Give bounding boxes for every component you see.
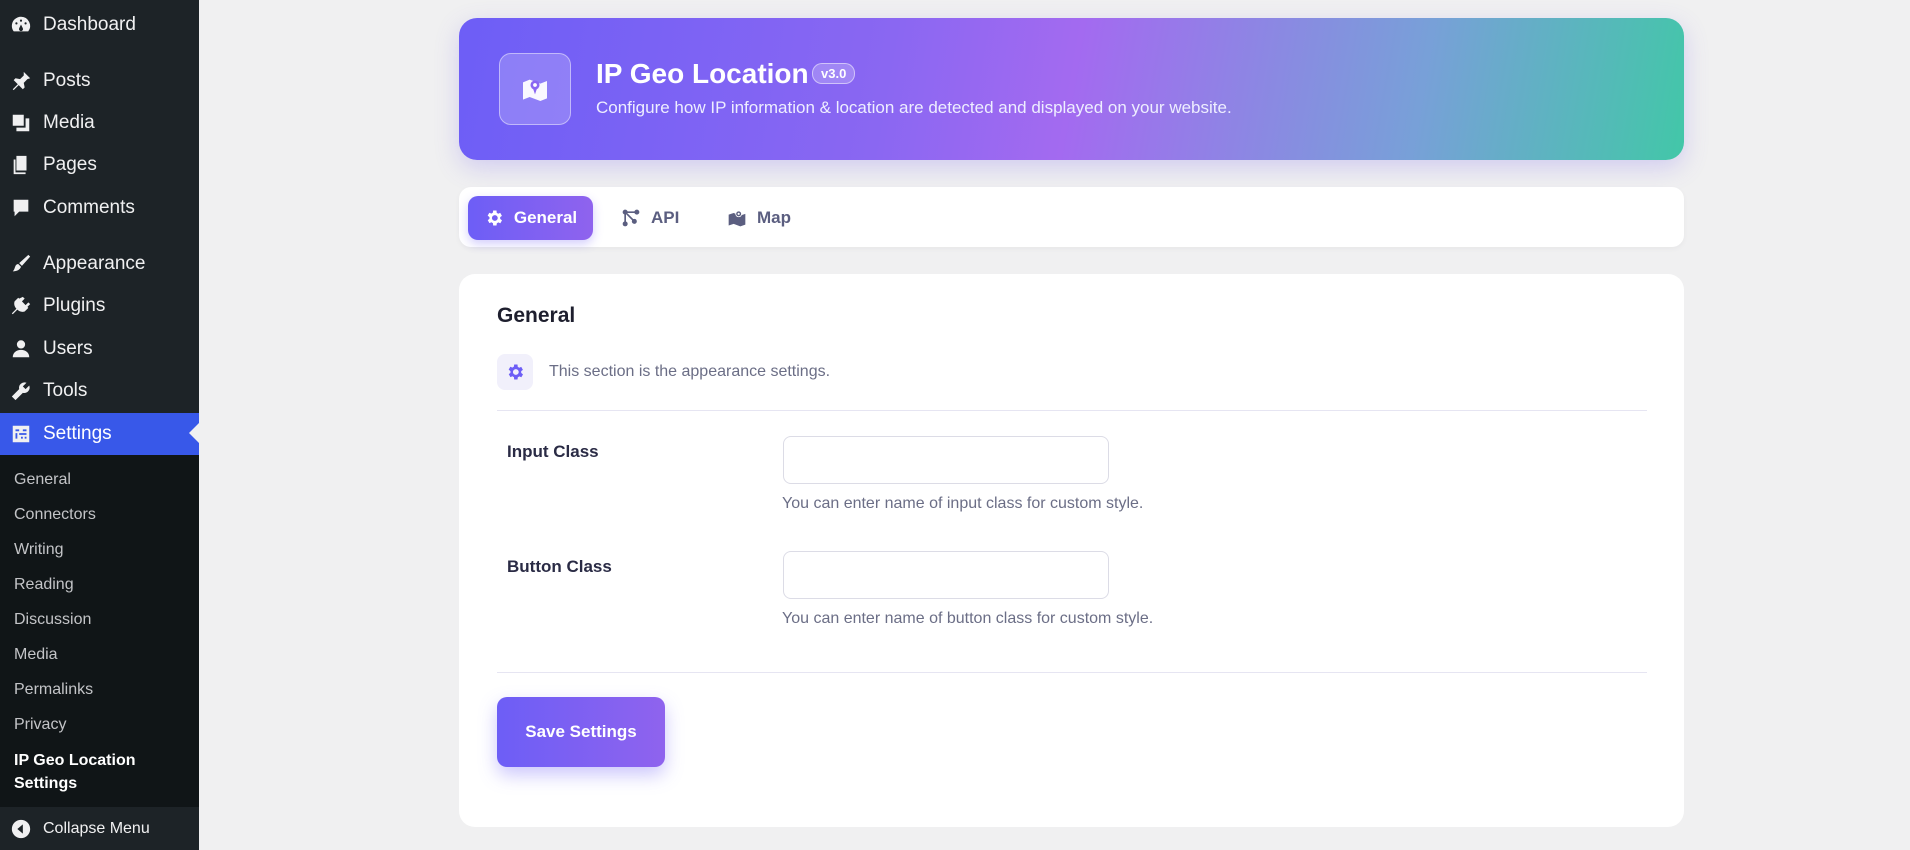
tab-label: Map <box>757 208 791 227</box>
tab-label: General <box>513 208 578 227</box>
collapse-menu-label: Collapse Menu <box>43 819 150 837</box>
section-description: This section is the appearance settings. <box>549 363 831 380</box>
submenu-item-ip-geo-location-settings[interactable]: IP Geo Location Settings <box>14 749 164 795</box>
sidebar-item-appearance[interactable]: Appearance <box>0 244 199 284</box>
page-subtitle: Configure how IP information & location … <box>596 98 1232 117</box>
plugin-header-banner: IP Geo Location v3.0 Configure how IP in… <box>459 18 1684 160</box>
submenu-item-general[interactable]: General <box>14 471 71 489</box>
section-title: General <box>497 304 576 327</box>
gear-icon <box>487 210 502 226</box>
sidebar-item-label: Media <box>43 112 95 133</box>
version-badge: v3.0 <box>812 63 856 84</box>
sidebar-item-label: Users <box>43 338 93 359</box>
button-class-help: You can enter name of button class for c… <box>782 610 1154 627</box>
sidebar-item-plugins[interactable]: Plugins <box>0 286 199 326</box>
submenu-item-permalinks[interactable]: Permalinks <box>14 681 93 699</box>
sidebar-item-tools[interactable]: Tools <box>0 371 199 411</box>
sidebar-item-users[interactable]: Users <box>0 329 199 369</box>
settings-icon <box>10 423 32 445</box>
gear-icon <box>497 354 533 390</box>
input-class-field[interactable] <box>783 436 1109 484</box>
collapse-icon <box>10 818 32 840</box>
button-class-label: Button Class <box>507 557 612 576</box>
user-icon <box>10 338 32 360</box>
page-title: IP Geo Location <box>596 58 809 89</box>
sidebar-item-label: Posts <box>43 70 91 91</box>
submenu-item-discussion[interactable]: Discussion <box>14 611 91 629</box>
input-class-label: Input Class <box>507 442 599 461</box>
submenu-item-writing[interactable]: Writing <box>14 541 64 559</box>
dashboard-icon <box>10 14 32 36</box>
sidebar-item-posts[interactable]: Posts <box>0 61 199 101</box>
sidebar-item-pages[interactable]: Pages <box>0 145 199 185</box>
comment-icon <box>10 197 32 219</box>
tab-map[interactable]: Map <box>727 196 817 240</box>
submenu-item-reading[interactable]: Reading <box>14 576 74 594</box>
input-class-help: You can enter name of input class for cu… <box>782 495 1144 512</box>
brush-icon <box>10 253 32 275</box>
save-settings-button[interactable]: Save Settings <box>497 697 665 767</box>
pages-icon <box>10 154 32 176</box>
tab-label: API <box>651 208 680 227</box>
button-class-field[interactable] <box>783 551 1109 599</box>
sidebar-item-label: Pages <box>43 154 97 175</box>
divider <box>497 672 1647 673</box>
submenu-item-media[interactable]: Media <box>14 646 58 664</box>
sidebar-item-label: Tools <box>43 380 88 401</box>
tab-general[interactable]: General <box>468 196 593 240</box>
sidebar-item-media[interactable]: Media <box>0 103 199 143</box>
map-pin-icon <box>499 53 571 125</box>
pin-icon <box>10 70 32 92</box>
tab-api[interactable]: API <box>621 196 701 240</box>
sidebar-item-label: Settings <box>43 423 112 444</box>
sidebar-item-label: Comments <box>43 197 135 218</box>
settings-submenu: General Connectors Writing Reading Discu… <box>0 455 199 807</box>
admin-sidebar: Dashboard Posts Media Pages Comments App… <box>0 0 199 850</box>
sidebar-item-dashboard[interactable]: Dashboard <box>0 5 199 45</box>
map-icon <box>728 210 746 227</box>
sidebar-item-label: Plugins <box>43 295 106 316</box>
media-icon <box>10 112 32 134</box>
sidebar-item-label: Appearance <box>43 253 146 274</box>
settings-tabs: General API Map <box>459 187 1684 247</box>
submenu-item-connectors[interactable]: Connectors <box>14 506 96 524</box>
settings-card: General This section is the appearance s… <box>459 274 1684 827</box>
plug-icon <box>10 295 32 317</box>
collapse-menu-button[interactable]: Collapse Menu <box>0 807 199 850</box>
sidebar-item-settings[interactable]: Settings <box>0 413 199 455</box>
api-icon <box>622 209 640 227</box>
wrench-icon <box>10 380 32 402</box>
submenu-item-privacy[interactable]: Privacy <box>14 716 66 734</box>
divider <box>497 410 1647 411</box>
sidebar-item-comments[interactable]: Comments <box>0 188 199 228</box>
sidebar-item-label: Dashboard <box>43 14 136 35</box>
